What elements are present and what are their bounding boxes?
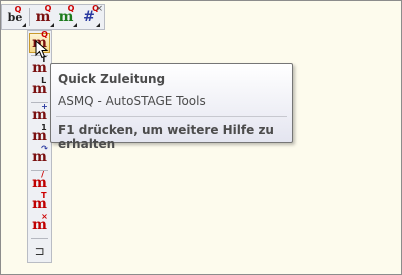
close-icon[interactable]: × <box>95 4 103 14</box>
tool-button-8[interactable]: mT <box>29 191 50 214</box>
tool-icon-2: mT <box>32 55 47 76</box>
tool-button-9[interactable]: m × <box>29 212 50 235</box>
tool-icon-8: mT <box>32 191 47 212</box>
vertical-toolbar: mQ mT mL m + m1 m ↷ m / mT m × ⊐ <box>27 30 52 263</box>
tool-button-3[interactable]: mL <box>29 76 50 99</box>
mq-icon: m Q <box>35 4 52 25</box>
toolbar-separator <box>31 238 48 239</box>
tooltip-help-text: F1 drücken, um weitere Hilfe zu erhalten <box>58 123 274 151</box>
mq-green-button[interactable]: m Q <box>55 4 77 27</box>
tooltip-title: Quick Zuleitung <box>58 72 166 86</box>
dropdown-corner-icon <box>22 23 26 27</box>
dropdown-corner-icon <box>50 23 54 27</box>
tooltip: Quick Zuleitung ASMQ - AutoSTAGE Tools F… <box>50 63 293 151</box>
mq-button[interactable]: m Q <box>32 4 54 27</box>
toolbar-separator <box>31 170 48 171</box>
tool-button-6[interactable]: m ↷ <box>29 144 50 167</box>
be-icon: be Q <box>7 4 23 24</box>
tool-icon-7: m / <box>32 170 47 191</box>
tool-button-4[interactable]: m + <box>29 102 50 125</box>
asmq-toolbar: be Q m Q m Q # Q × <box>1 4 105 30</box>
tooltip-subtitle: ASMQ - AutoSTAGE Tools <box>58 94 206 108</box>
mq-green-icon: m Q <box>58 4 75 25</box>
tool-icon-5: m1 <box>32 123 47 144</box>
tool-button-7[interactable]: m / <box>29 170 50 193</box>
pin-icon: ⊐ <box>34 244 45 258</box>
tool-icon-6: m ↷ <box>32 144 48 165</box>
tool-icon-3: mL <box>32 76 47 97</box>
mouse-cursor-icon <box>35 40 49 59</box>
tooltip-divider <box>56 116 287 117</box>
dropdown-corner-icon <box>73 23 77 27</box>
tool-button-2[interactable]: mT <box>29 55 50 78</box>
tool-button-10[interactable]: ⊐ <box>29 241 50 261</box>
tool-button-5[interactable]: m1 <box>29 123 50 146</box>
tool-icon-9: m × <box>32 212 48 233</box>
be-button[interactable]: be Q <box>4 4 26 27</box>
hash-icon: # Q <box>83 4 99 25</box>
dropdown-corner-icon <box>96 23 100 27</box>
toolbar-separator <box>29 8 30 26</box>
tool-icon-4: m + <box>32 102 48 123</box>
